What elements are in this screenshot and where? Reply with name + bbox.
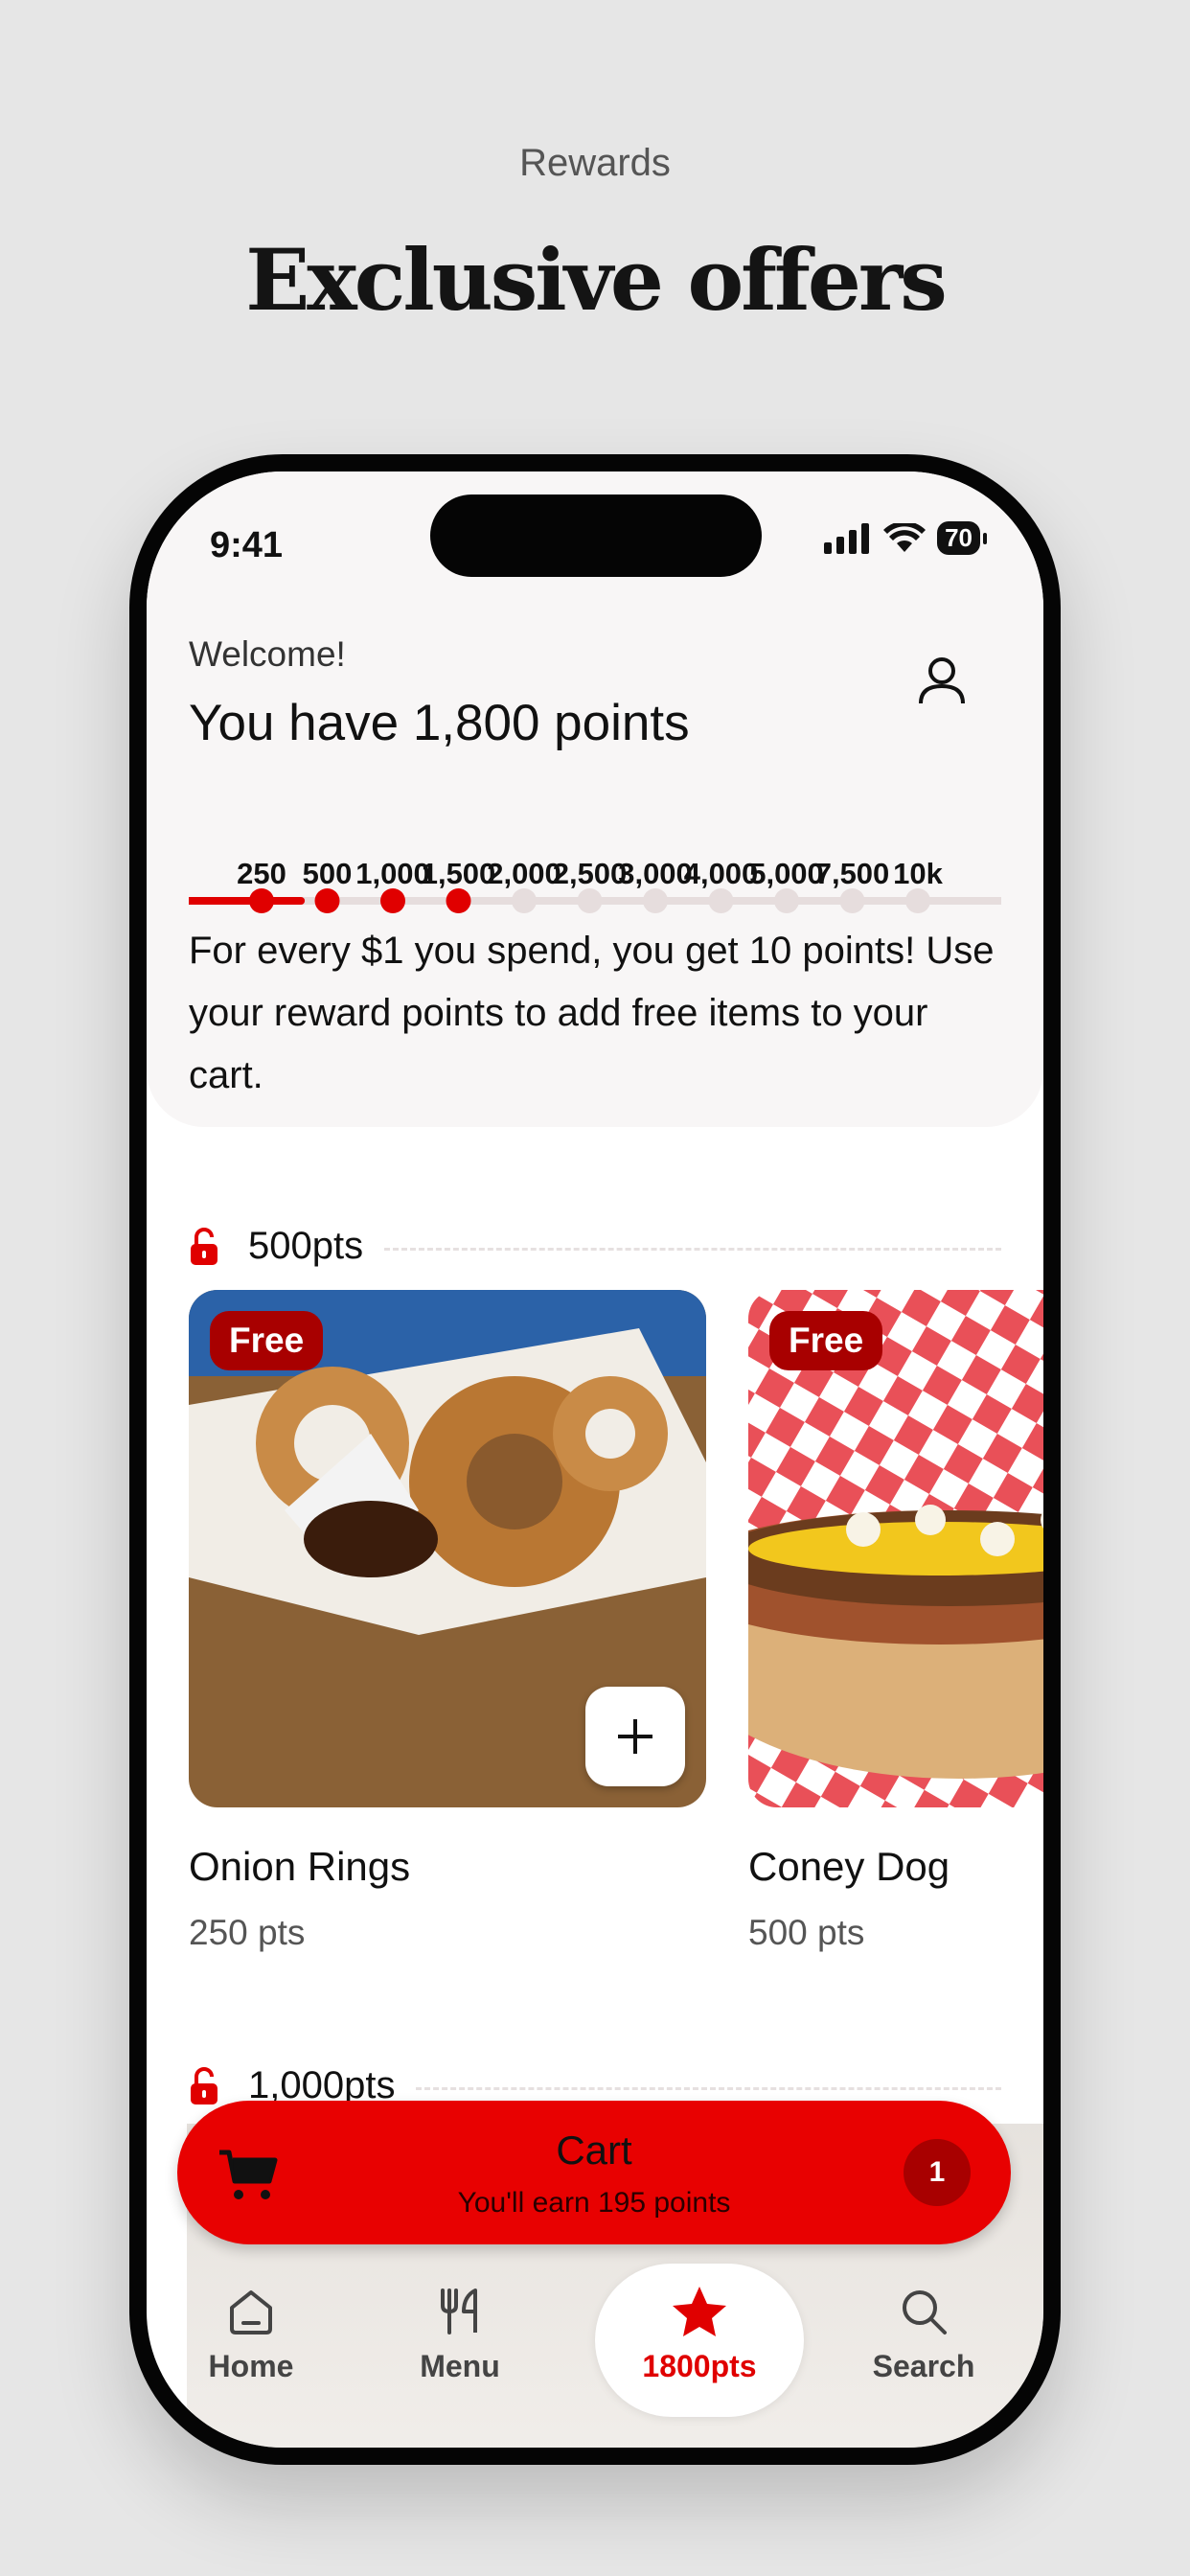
milestone-label: 1,500 [421,857,496,890]
utensils-icon [441,2288,477,2334]
add-item-button[interactable] [585,1687,685,1786]
tab-label: 1800pts [642,2349,757,2383]
dynamic-island [430,494,762,577]
star-icon [673,2287,726,2336]
status-icons: 70 [824,521,987,555]
free-badge: Free [210,1311,324,1370]
plus-icon [618,1719,652,1754]
section-header-500: 500pts [189,1225,1001,1268]
tab-label: Search [872,2349,975,2383]
milestone-label: 7,500 [814,857,890,890]
milestone-label: 3,000 [618,857,693,890]
tab-menu[interactable]: Menu [355,2264,564,2417]
milestone-label: 2,000 [487,857,561,890]
milestone-label: 1,000 [355,857,430,890]
onion-rings-image: Free [189,1290,706,1807]
milestone-label: 5,000 [749,857,824,890]
profile-icon[interactable] [913,652,971,709]
coney-dog-image: Free [748,1290,1043,1807]
cart-count-badge: 1 [904,2139,971,2206]
milestone-label: 10k [893,857,943,890]
welcome-text: Welcome! [189,634,346,674]
tab-search[interactable]: Search [844,2264,1003,2417]
cart-button[interactable]: Cart You'll earn 195 points 1 [177,2101,1011,2244]
item-name: Onion Rings [189,1844,411,1889]
section-divider [384,1248,1001,1251]
battery-indicator: 70 [937,521,987,555]
rewards-section-label: Rewards [519,142,671,184]
milestone-labels: 250 500 1,000 1,500 2,000 2,500 3,000 4,000 5,00… [189,857,1001,905]
wifi-icon [883,522,927,552]
home-icon [230,2290,272,2334]
points-info-text: For every $1 you spend, you get 10 point… [189,930,995,1096]
item-points: 500 pts [748,1913,865,1952]
item-name: Coney Dog [748,1844,950,1889]
phone-frame: 9:41 70 Welcome! You have 1,800 points 2… [129,454,1061,2465]
search-icon [903,2290,947,2334]
milestone-label: 4,000 [683,857,759,890]
unlocked-icon [191,1227,217,1265]
reward-item-onion-rings[interactable]: Free Onion Rings 250 pts [189,1290,706,1952]
section-label: 500pts [248,1225,364,1267]
tab-label: Home [208,2349,294,2383]
cart-title: Cart [556,2128,632,2173]
status-time: 9:41 [210,525,284,565]
tab-rewards[interactable]: 1800pts [595,2264,804,2417]
reward-item-coney-dog[interactable]: Free Coney Dog 500 pts [748,1290,1043,1952]
milestone-label: 250 [237,857,286,890]
cart-earn-text: You'll earn 195 points [457,2187,731,2219]
unlocked-icon [191,2066,217,2104]
milestone-label: 500 [302,857,353,890]
points-balance: You have 1,800 points [189,695,690,751]
tab-bar: Home Menu 1800pts Search [147,2264,1043,2436]
section-divider [416,2087,1001,2090]
tab-home[interactable]: Home [147,2264,355,2417]
tab-label: Menu [420,2349,500,2383]
page-headline: Exclusive offers [245,230,948,330]
free-badge: Free [769,1311,883,1370]
item-points: 250 pts [189,1913,306,1952]
milestone-label: 2,500 [552,857,628,890]
app-screen: 9:41 70 Welcome! You have 1,800 points 2… [147,472,1043,2448]
signal-icon [824,522,870,554]
